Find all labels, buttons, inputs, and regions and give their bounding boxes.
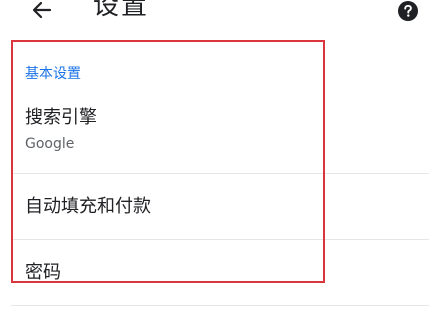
list-item-title: 密码 bbox=[25, 262, 61, 283]
section-header: 基本设置 bbox=[25, 66, 81, 82]
list-item-title: 搜索引擎 bbox=[25, 107, 97, 128]
arrow-left-icon bbox=[32, 1, 52, 19]
page-title: 设置 bbox=[93, 0, 150, 21]
toolbar: 设置 bbox=[0, 0, 429, 30]
autofill-payments-item[interactable]: 自动填充和付款 bbox=[0, 174, 429, 238]
back-button[interactable] bbox=[22, 0, 62, 28]
search-engine-item[interactable]: 搜索引擎 Google bbox=[0, 100, 429, 172]
list-item-subtitle: Google bbox=[25, 136, 75, 152]
help-circle-icon bbox=[398, 1, 418, 21]
passwords-item[interactable]: 密码 bbox=[0, 240, 429, 304]
list-item-title: 自动填充和付款 bbox=[25, 196, 151, 217]
help-button[interactable] bbox=[397, 0, 419, 22]
divider bbox=[11, 305, 429, 306]
